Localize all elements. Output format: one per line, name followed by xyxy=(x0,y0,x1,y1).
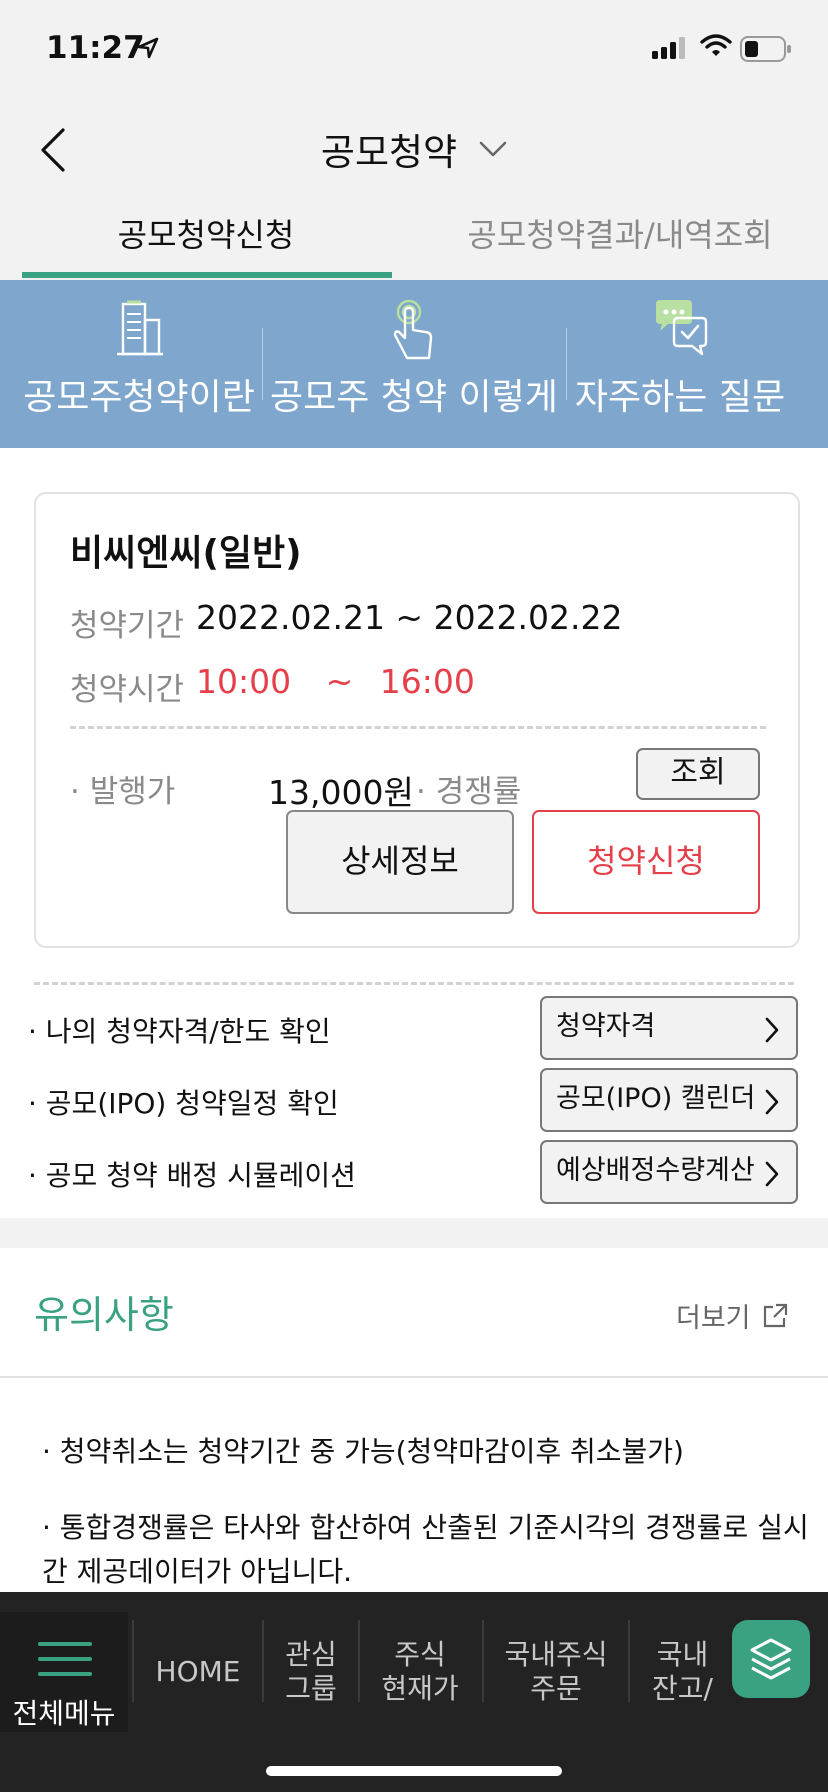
chevron-right-icon xyxy=(765,1161,779,1187)
banner-what-is-ipo[interactable]: 공모주청약이란 xyxy=(14,280,264,448)
notice-item: · 청약취소는 청약기간 중 가능(청약마감이후 취소불가) xyxy=(42,1435,684,1468)
link-row-label: · 공모 청약 배정 시뮬레이션 xyxy=(28,1159,356,1192)
chat-check-icon xyxy=(650,298,710,362)
external-link-icon xyxy=(763,1303,787,1327)
ipo-main-section: 비씨엔씨(일반) 청약기간 2022.02.21 ~ 2022.02.22 청약… xyxy=(0,448,828,1218)
time-label: 청약시간 xyxy=(70,672,185,708)
chevron-right-icon xyxy=(765,1017,779,1043)
link-button-label: 공모(IPO) 캘린더 xyxy=(556,1083,756,1114)
notice-item: · 통합경쟁률은 타사와 합산하여 산출된 기준시각의 경쟁률로 실시간 제공데… xyxy=(42,1511,809,1588)
notice-more-link[interactable]: 더보기 xyxy=(676,1296,789,1335)
notice-title: 유의사항 xyxy=(34,1293,174,1337)
time-separator: ~ xyxy=(325,662,354,701)
link-row-simulation: · 공모 청약 배정 시뮬레이션 예상배정수량계산 xyxy=(0,1140,828,1204)
banner-label: 공모주 청약 이렇게 xyxy=(270,377,558,418)
chevron-right-icon xyxy=(765,1089,779,1115)
competition-query-button[interactable]: 조회 xyxy=(636,748,760,800)
time-end: 16:00 xyxy=(379,662,475,701)
status-time: 11:27 xyxy=(46,30,145,66)
issue-price-value: 13,000원 xyxy=(268,773,414,812)
competition-rate-label: · 경쟁률 xyxy=(416,774,522,810)
link-row-label: · 나의 청약자격/한도 확인 xyxy=(28,1015,331,1048)
nav-item-domestic-order[interactable]: 국내주식 주문 xyxy=(484,1612,628,1732)
banner-divider xyxy=(566,328,567,400)
active-tab-indicator xyxy=(22,272,392,278)
card-divider xyxy=(70,726,766,729)
ipo-calendar-button[interactable]: 공모(IPO) 캘린더 xyxy=(540,1068,798,1132)
hamburger-icon xyxy=(38,1642,92,1676)
page-title: 공모청약 xyxy=(320,131,458,174)
section-divider xyxy=(34,982,794,985)
link-row-label: · 공모(IPO) 청약일정 확인 xyxy=(28,1087,339,1120)
time-start: 10:00 xyxy=(196,662,292,701)
nav-divider xyxy=(628,1620,630,1702)
ipo-offering-card: 비씨엔씨(일반) 청약기간 2022.02.21 ~ 2022.02.22 청약… xyxy=(34,492,800,948)
detail-info-button[interactable]: 상세정보 xyxy=(286,810,514,914)
apply-subscription-button[interactable]: 청약신청 xyxy=(532,810,760,914)
link-row-calendar: · 공모(IPO) 청약일정 확인 공모(IPO) 캘린더 xyxy=(0,1068,828,1132)
eligibility-button[interactable]: 청약자격 xyxy=(540,996,798,1060)
offering-name: 비씨엔씨(일반) xyxy=(70,533,302,574)
finger-tap-icon xyxy=(385,298,441,368)
link-button-label: 예상배정수량계산 xyxy=(556,1155,755,1186)
banner-label: 자주하는 질문 xyxy=(574,377,786,418)
cellular-signal-icon xyxy=(652,37,688,63)
nav-item-watchlist[interactable]: 관심 그룹 xyxy=(264,1612,358,1732)
period-label: 청약기간 xyxy=(70,608,185,644)
layers-button[interactable] xyxy=(732,1620,810,1698)
tab-bar: 공모청약신청 공모청약결과/내역조회 xyxy=(0,200,828,280)
tab-ipo-results[interactable]: 공모청약결과/내역조회 xyxy=(440,210,800,256)
bottom-nav: 전체메뉴 HOME 관심 그룹 주식 현재가 국내주식 주문 국내 잔고/ xyxy=(0,1592,828,1792)
location-arrow-icon xyxy=(136,36,160,64)
nav-item-domestic-balance[interactable]: 국내 잔고/ xyxy=(632,1612,728,1732)
banner-divider xyxy=(262,328,263,400)
tab-ipo-apply[interactable]: 공모청약신청 xyxy=(20,210,392,256)
all-menu-label: 전체메뉴 xyxy=(12,1697,116,1730)
all-menu-button[interactable]: 전체메뉴 xyxy=(0,1612,128,1732)
allocation-calc-button[interactable]: 예상배정수량계산 xyxy=(540,1140,798,1204)
chevron-down-icon xyxy=(479,141,507,157)
page-title-dropdown[interactable]: 공모청약 xyxy=(0,122,828,176)
banner-faq[interactable]: 자주하는 질문 xyxy=(572,280,788,448)
page-header: 공모청약 xyxy=(0,100,828,200)
banner-label: 공모주청약이란 xyxy=(23,377,255,418)
nav-item-stock-price[interactable]: 주식 현재가 xyxy=(360,1612,480,1732)
link-row-eligibility: · 나의 청약자격/한도 확인 청약자격 xyxy=(0,996,828,1060)
period-value: 2022.02.21 ~ 2022.02.22 xyxy=(196,598,623,637)
notice-divider xyxy=(0,1376,828,1378)
info-banner: 공모주청약이란 공모주 청약 이렇게 자주하는 질문 xyxy=(0,280,828,448)
issue-price-label: · 발행가 xyxy=(70,774,176,810)
building-icon xyxy=(111,298,167,362)
more-label: 더보기 xyxy=(676,1303,751,1334)
nav-item-home[interactable]: HOME xyxy=(134,1612,262,1732)
banner-how-to-apply[interactable]: 공모주 청약 이렇게 xyxy=(270,280,558,448)
link-button-label: 청약자격 xyxy=(556,1011,656,1042)
home-indicator xyxy=(266,1766,562,1776)
status-bar: 11:27 xyxy=(0,0,828,100)
time-value: 10:00 ~ 16:00 xyxy=(196,662,475,701)
layers-icon xyxy=(750,1638,792,1680)
wifi-icon xyxy=(700,34,732,62)
battery-icon xyxy=(740,36,792,66)
